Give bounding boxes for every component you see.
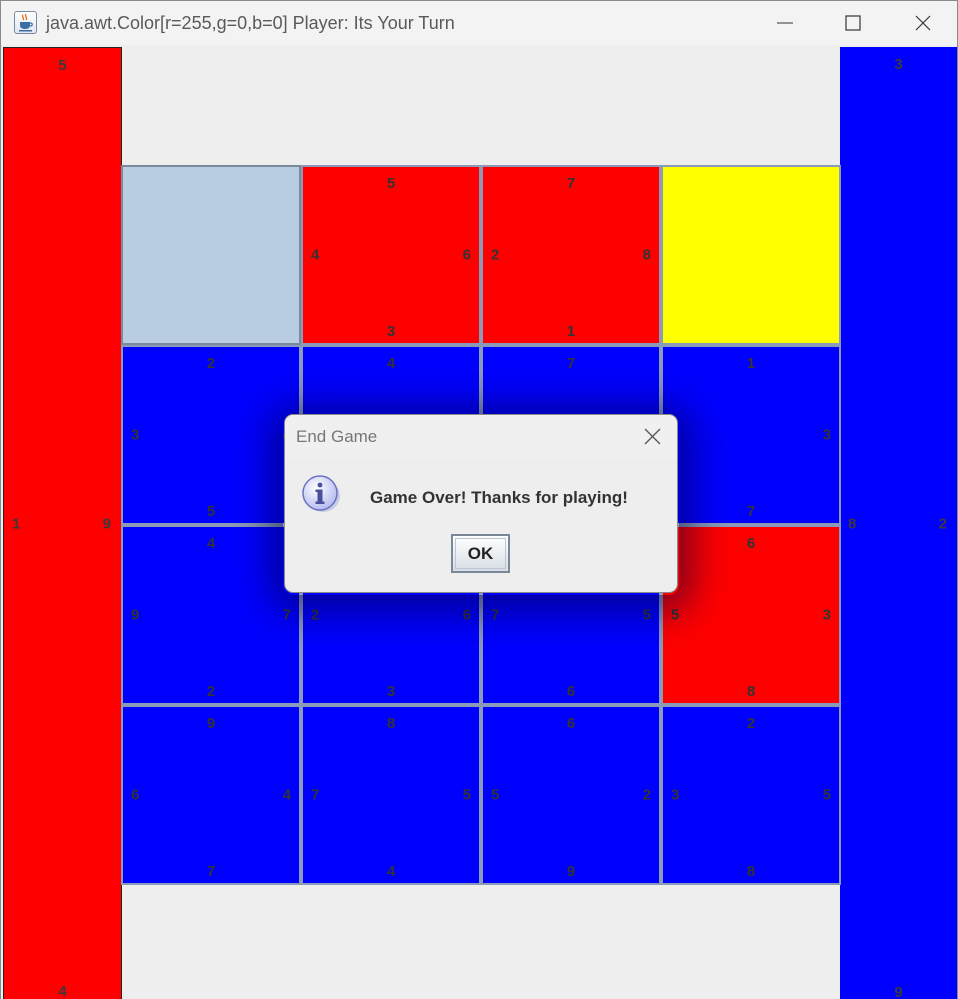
cell-number-top: 7 [566,355,576,372]
cell-number-bottom: 8 [746,863,756,880]
board-cell[interactable]: 2345 [121,345,301,525]
minimize-icon [777,22,793,24]
side-number-bottom: 4 [58,983,67,999]
end-game-dialog: End Game Game Over! Thanks for playing! … [284,414,678,593]
cell-number-right: 7 [282,606,291,624]
player-panel-right[interactable]: 3 8 2 9 [840,47,957,999]
cell-number-top: 4 [386,355,396,372]
cell-number-bottom: 8 [746,683,756,700]
cell-number-right: 4 [282,786,291,804]
side-number-right: 2 [938,515,947,532]
cell-number-bottom: 2 [206,683,216,700]
cell-number-bottom: 3 [386,323,396,340]
side-number-top: 5 [58,57,67,74]
cell-number-left: 7 [311,786,320,804]
cell-number-top: 7 [566,175,576,192]
cell-number-right: 5 [642,606,651,624]
side-number-right: 9 [102,515,111,532]
cell-number-top: 6 [566,715,576,732]
side-number-top: 3 [894,56,903,73]
cell-number-left: 2 [491,246,500,264]
cell-number-top: 5 [386,175,396,192]
side-number-left: 8 [848,515,857,532]
dialog-close-button[interactable] [637,425,667,449]
cell-number-top: 8 [386,715,396,732]
cell-number-bottom: 7 [206,863,216,880]
board-cell[interactable] [121,165,301,345]
window-title: java.awt.Color[r=255,g=0,b=0] Player: It… [46,13,455,33]
cell-number-right: 2 [642,786,651,804]
cell-number-right: 6 [462,246,471,264]
java-cup-icon [14,11,37,34]
board-cell[interactable]: 6 5 2 9 [481,705,661,885]
board-cell[interactable]: 8 7 5 4 [301,705,481,885]
close-icon [644,428,661,445]
info-icon [301,475,341,520]
board-cell[interactable]: 1 3 7 [661,345,841,525]
cell-number-left: 3 [131,426,140,444]
cell-number-left: 4 [311,246,320,264]
cell-number-right: 5 [462,786,471,804]
cell-number-top: 2 [206,355,216,372]
cell-number-left: 6 [131,786,140,804]
cell-number-top: 1 [746,355,756,372]
title-bar[interactable]: java.awt.Color[r=255,g=0,b=0] Player: It… [1,1,957,45]
dialog-message: Game Over! Thanks for playing! [370,488,628,507]
cell-number-bottom: 6 [566,683,576,700]
side-number-bottom: 9 [894,984,903,999]
cell-number-left: 9 [131,606,140,624]
cell-number-left: 7 [491,606,500,624]
cell-number-left: 5 [491,786,500,804]
cell-number-right: 3 [822,606,831,624]
cell-number-top: 2 [746,715,756,732]
board-cell[interactable]: 5 4 6 3 [301,165,481,345]
maximize-button[interactable] [819,1,887,45]
close-icon [915,15,931,31]
maximize-icon [845,15,861,31]
cell-number-left: 3 [671,786,680,804]
board-cell[interactable]: 4 9 7 2 [121,525,301,705]
minimize-button[interactable] [751,1,819,45]
cell-number-bottom: 1 [566,323,576,340]
board-cell[interactable]: 2 3 5 8 [661,705,841,885]
cell-number-bottom: 4 [386,863,396,880]
cell-number-left: 5 [671,606,680,624]
cell-number-right: 8 [642,246,651,264]
board-cell[interactable]: 6 5 3 8 [661,525,841,705]
cell-number-right: 6 [462,606,471,624]
player-panel-left[interactable]: 5 1 9 4 [3,47,122,999]
cell-number-bottom: 5 [206,503,216,520]
cell-number-right: 5 [822,786,831,804]
dialog-title: End Game [296,427,378,446]
cell-number-left: 2 [311,606,320,624]
game-window: java.awt.Color[r=255,g=0,b=0] Player: It… [0,0,958,999]
ok-button[interactable]: OK [451,534,510,573]
side-number-left: 1 [12,515,21,532]
close-button[interactable] [889,1,957,45]
dialog-title-bar[interactable]: End Game [285,415,677,459]
cell-number-right: 3 [822,426,831,444]
cell-number-top: 9 [206,715,216,732]
cell-number-bottom: 7 [746,503,756,520]
cell-number-top: 6 [746,535,756,552]
board-cell[interactable]: 9 6 4 7 [121,705,301,885]
board-cell[interactable]: 7 2 8 1 [481,165,661,345]
cell-number-top: 4 [206,535,216,552]
cell-number-bottom: 3 [386,683,396,700]
board-cell[interactable] [661,165,841,345]
cell-number-bottom: 9 [566,863,576,880]
